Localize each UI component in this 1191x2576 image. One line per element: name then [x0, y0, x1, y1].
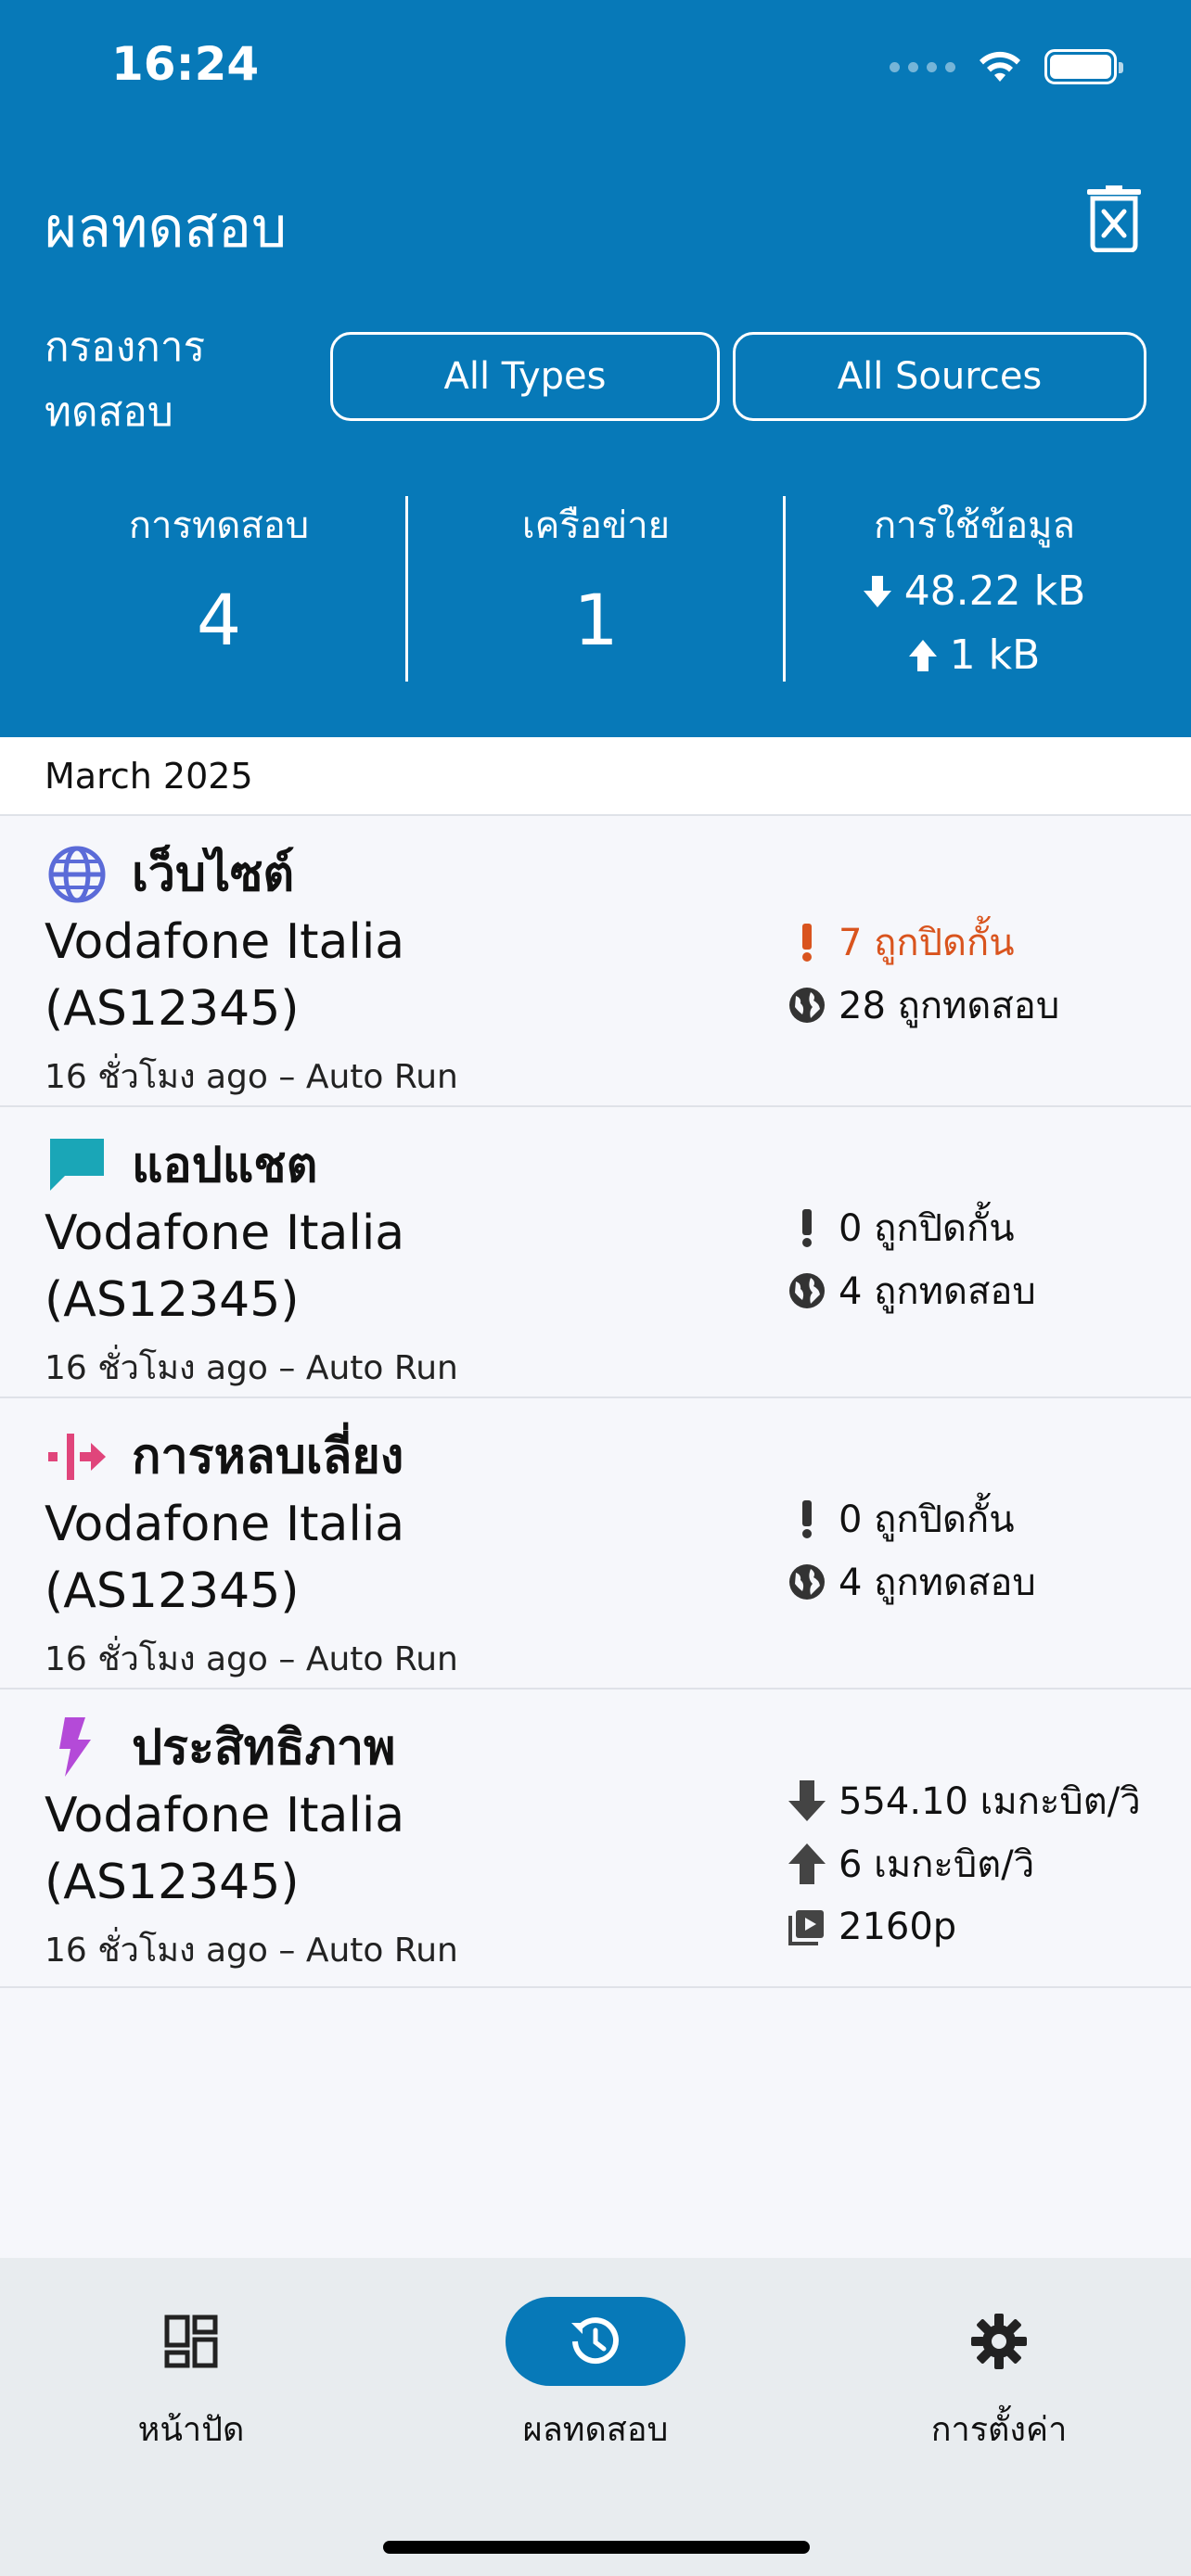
stat-networks: เครือข่าย 1: [408, 482, 784, 677]
network-asn: (AS12345): [45, 1272, 300, 1328]
network-asn: (AS12345): [45, 1855, 300, 1910]
row-meta: 16 ชั่วโมง ago – Auto Run: [45, 1058, 458, 1096]
filter-types-button[interactable]: All Types: [330, 332, 720, 421]
download-speed: 554.10 เมกะบิต/วิ: [787, 1769, 1141, 1832]
filter-label: กรองการทดสอบ: [45, 324, 206, 436]
row-network: Vodafone Italia (AS12345): [45, 1782, 527, 1916]
globe-icon: [48, 846, 106, 903]
upload-value: 1 kB: [949, 631, 1041, 679]
download-arrow-icon: [863, 575, 891, 607]
stat-networks-label: เครือข่าย: [521, 504, 671, 547]
upload-speed: 6 เมกะบิต/วิ: [787, 1832, 1141, 1895]
row-title: แอปแชต: [132, 1138, 318, 1193]
network-asn: (AS12345): [45, 1563, 300, 1619]
header: 16:24 ผลทดสอบ กรองการทดสอบ All Types All…: [0, 0, 1191, 737]
dashboard-icon: [164, 2315, 218, 2368]
battery-icon: [1044, 49, 1123, 84]
globe-filled-icon: [787, 1562, 827, 1602]
result-row-chat-apps[interactable]: แอปแชต Vodafone Italia (AS12345) 16 ชั่ว…: [0, 1107, 1191, 1398]
blocked-count: 0 ถูกปิดกั้น: [787, 1487, 1036, 1550]
row-network: Vodafone Italia (AS12345): [45, 1200, 527, 1333]
download-value: 48.22 kB: [903, 567, 1086, 615]
video-quality: 2160p: [787, 1895, 1141, 1958]
row-stats: 0 ถูกปิดกั้น 4 ถูกทดสอบ: [787, 1196, 1036, 1322]
result-row-performance[interactable]: ประสิทธิภาพ Vodafone Italia (AS12345) 16…: [0, 1690, 1191, 1988]
network-name: Vodafone Italia: [45, 1497, 405, 1552]
row-stats: 554.10 เมกะบิต/วิ 6 เมกะบิต/วิ 2160p: [787, 1769, 1141, 1958]
nav-settings-label: การตั้งค่า: [930, 2411, 1068, 2449]
network-name: Vodafone Italia: [45, 1788, 405, 1843]
nav-results[interactable]: ผลทดสอบ: [456, 2295, 735, 2455]
blocked-count: 7 ถูกปิดกั้น: [787, 911, 1059, 974]
download-usage: 48.22 kB: [787, 567, 1162, 615]
row-title: การหลบเลี่ยง: [132, 1429, 404, 1485]
tested-count: 4 ถูกทดสอบ: [787, 1259, 1036, 1322]
row-title: เว็บไซต์: [132, 847, 295, 902]
upload-usage: 1 kB: [787, 631, 1162, 679]
network-name: Vodafone Italia: [45, 914, 405, 970]
download-arrow-icon: [787, 1780, 827, 1821]
stat-networks-value: 1: [573, 579, 619, 661]
row-meta: 16 ชั่วโมง ago – Auto Run: [45, 1932, 458, 1970]
nav-settings[interactable]: การตั้งค่า: [860, 2295, 1138, 2455]
bottom-navigation: หน้าปัด ผลทดสอบ การตั้งค่า: [0, 2258, 1191, 2576]
row-network: Vodafone Italia (AS12345): [45, 1491, 527, 1625]
stat-tests: การทดสอบ 4: [33, 482, 404, 677]
video-library-icon: [787, 1906, 827, 1947]
exclamation-icon: [787, 1498, 827, 1539]
stat-tests-label: การทดสอบ: [128, 504, 310, 547]
row-title: ประสิทธิภาพ: [132, 1720, 396, 1776]
stat-data-label: การใช้ข้อมูล: [873, 504, 1076, 547]
delete-all-button[interactable]: [1083, 185, 1145, 253]
stat-tests-value: 4: [196, 579, 242, 661]
row-stats: 7 ถูกปิดกั้น 28 ถูกทดสอบ: [787, 911, 1059, 1037]
home-indicator: [383, 2541, 810, 2554]
wifi-icon: [980, 51, 1020, 82]
upload-arrow-icon: [787, 1843, 827, 1884]
lightning-icon: [59, 1717, 91, 1777]
upload-arrow-icon: [908, 639, 937, 671]
globe-filled-icon: [787, 1270, 827, 1311]
network-asn: (AS12345): [45, 981, 300, 1037]
result-row-circumvention[interactable]: การหลบเลี่ยง Vodafone Italia (AS12345) 1…: [0, 1398, 1191, 1690]
blocked-count: 0 ถูกปิดกั้น: [787, 1196, 1036, 1259]
tested-count: 4 ถูกทดสอบ: [787, 1550, 1036, 1613]
status-icons: [890, 45, 1123, 89]
cellular-signal-icon: [890, 61, 955, 72]
divider: [783, 496, 786, 682]
nav-active-indicator: [506, 2297, 685, 2386]
row-meta: 16 ชั่วโมง ago – Auto Run: [45, 1349, 458, 1387]
nav-results-label: ผลทดสอบ: [522, 2411, 669, 2449]
page-title: ผลทดสอบ: [45, 196, 288, 261]
history-icon: [571, 2317, 619, 2365]
row-network: Vodafone Italia (AS12345): [45, 909, 527, 1042]
globe-filled-icon: [787, 985, 827, 1026]
nav-dashboard-label: หน้าปัด: [137, 2411, 245, 2449]
tested-count: 28 ถูกทดสอบ: [787, 974, 1059, 1037]
trash-icon: [1087, 185, 1141, 253]
gear-icon: [971, 2314, 1027, 2369]
nav-dashboard[interactable]: หน้าปัด: [52, 2295, 330, 2455]
row-stats: 0 ถูกปิดกั้น 4 ถูกทดสอบ: [787, 1487, 1036, 1613]
month-section-header: March 2025: [0, 737, 1191, 816]
exclamation-icon: [787, 922, 827, 963]
stat-data-usage: การใช้ข้อมูล 48.22 kB 1 kB: [787, 482, 1162, 679]
exclamation-icon: [787, 1207, 827, 1248]
network-name: Vodafone Italia: [45, 1205, 405, 1261]
row-meta: 16 ชั่วโมง ago – Auto Run: [45, 1640, 458, 1678]
chat-icon: [50, 1139, 104, 1191]
circumvention-icon: [48, 1434, 106, 1480]
status-time: 16:24: [111, 37, 260, 91]
filter-sources-button[interactable]: All Sources: [733, 332, 1146, 421]
result-row-websites[interactable]: เว็บไซต์ Vodafone Italia (AS12345) 16 ชั…: [0, 816, 1191, 1107]
